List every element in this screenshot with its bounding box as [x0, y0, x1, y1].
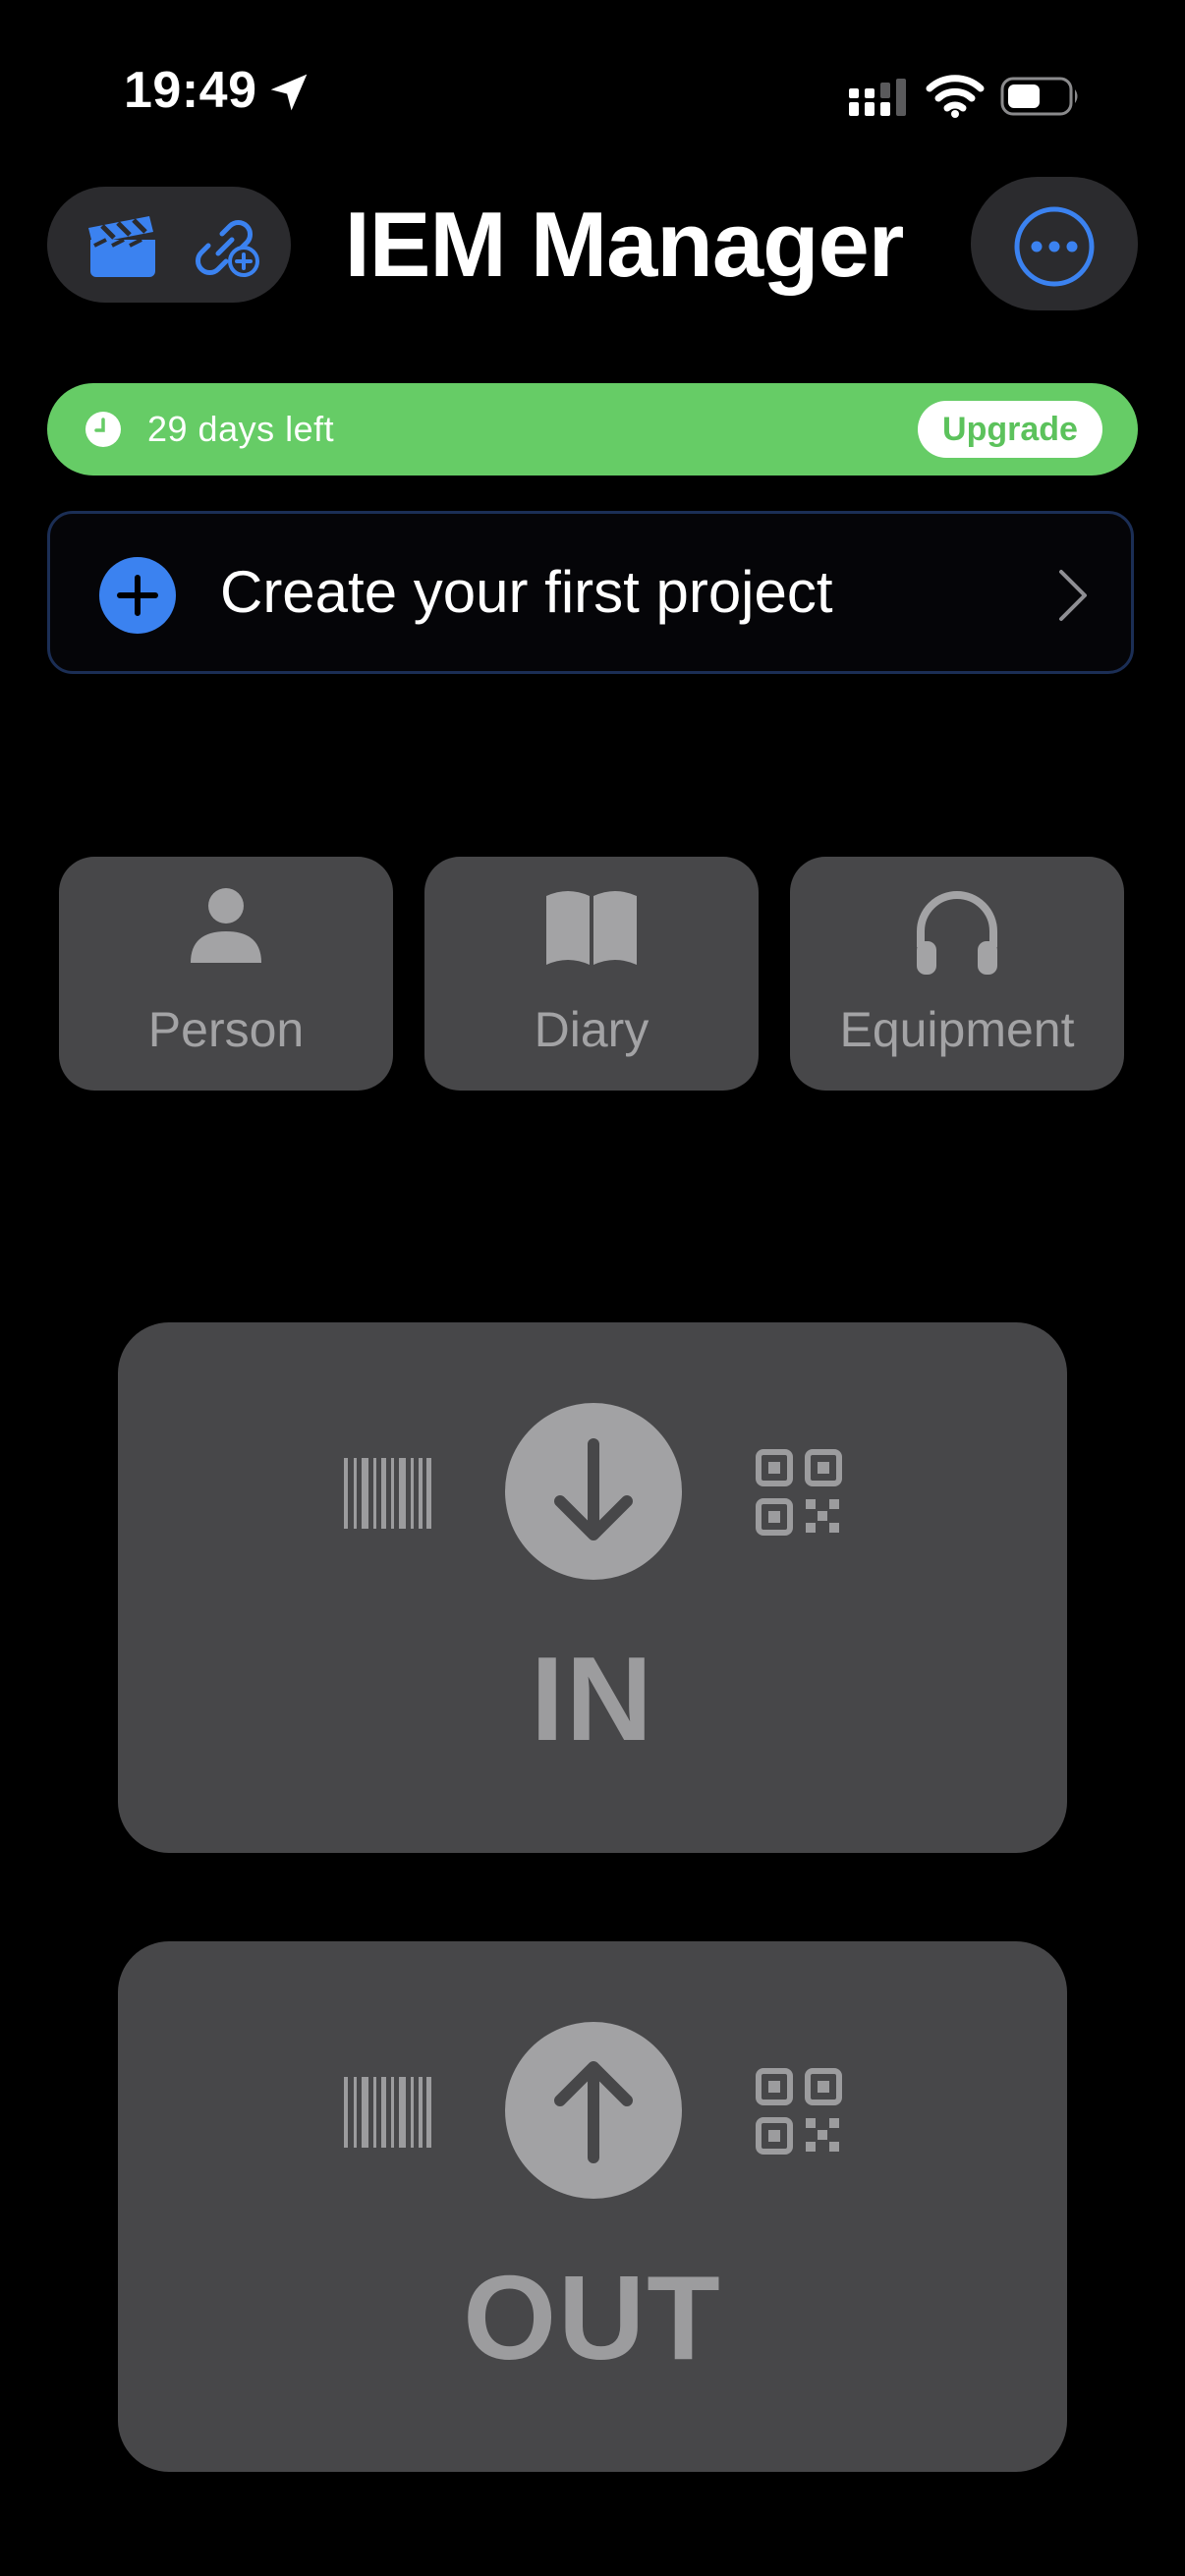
- add-link-icon[interactable]: [193, 214, 261, 279]
- arrow-up-icon: [505, 2022, 682, 2199]
- check-in-card[interactable]: IN: [118, 1322, 1067, 1853]
- clapperboard-icon[interactable]: [86, 214, 159, 279]
- check-out-label: OUT: [463, 2251, 722, 2384]
- app-title: IEM Manager: [344, 193, 905, 296]
- arrow-down-icon: [505, 1403, 682, 1580]
- barcode-icon: [344, 1458, 431, 1529]
- upgrade-button[interactable]: Upgrade: [918, 401, 1102, 458]
- equipment-tile-label: Equipment: [839, 1002, 1075, 1057]
- create-project-label: Create your first project: [220, 559, 833, 625]
- person-tile-label: Person: [147, 1002, 305, 1057]
- diary-tile-label: Diary: [534, 1002, 649, 1057]
- status-time: 19:49: [124, 62, 257, 119]
- headphones-icon: [917, 891, 997, 975]
- location-arrow-icon: [270, 74, 308, 111]
- check-in-label: IN: [531, 1632, 654, 1765]
- equipment-tile[interactable]: Equipment: [790, 857, 1124, 1091]
- qr-code-icon: [756, 1449, 842, 1536]
- wifi-icon: [926, 75, 985, 118]
- check-out-card[interactable]: OUT: [118, 1941, 1067, 2472]
- person-icon: [191, 888, 261, 963]
- cellular-signal-icon: [849, 79, 906, 116]
- diary-tile[interactable]: Diary: [424, 857, 759, 1091]
- person-tile[interactable]: Person: [59, 857, 393, 1091]
- barcode-icon: [344, 2077, 431, 2148]
- ellipsis-circle-icon: [1014, 206, 1095, 287]
- clock-icon: [85, 412, 121, 447]
- chevron-right-icon: [1059, 570, 1087, 621]
- plus-circle-icon: [99, 557, 176, 634]
- trial-days-left: 29 days left: [147, 409, 335, 449]
- qr-code-icon: [756, 2068, 842, 2155]
- battery-icon: [1000, 77, 1078, 116]
- book-icon: [546, 891, 637, 965]
